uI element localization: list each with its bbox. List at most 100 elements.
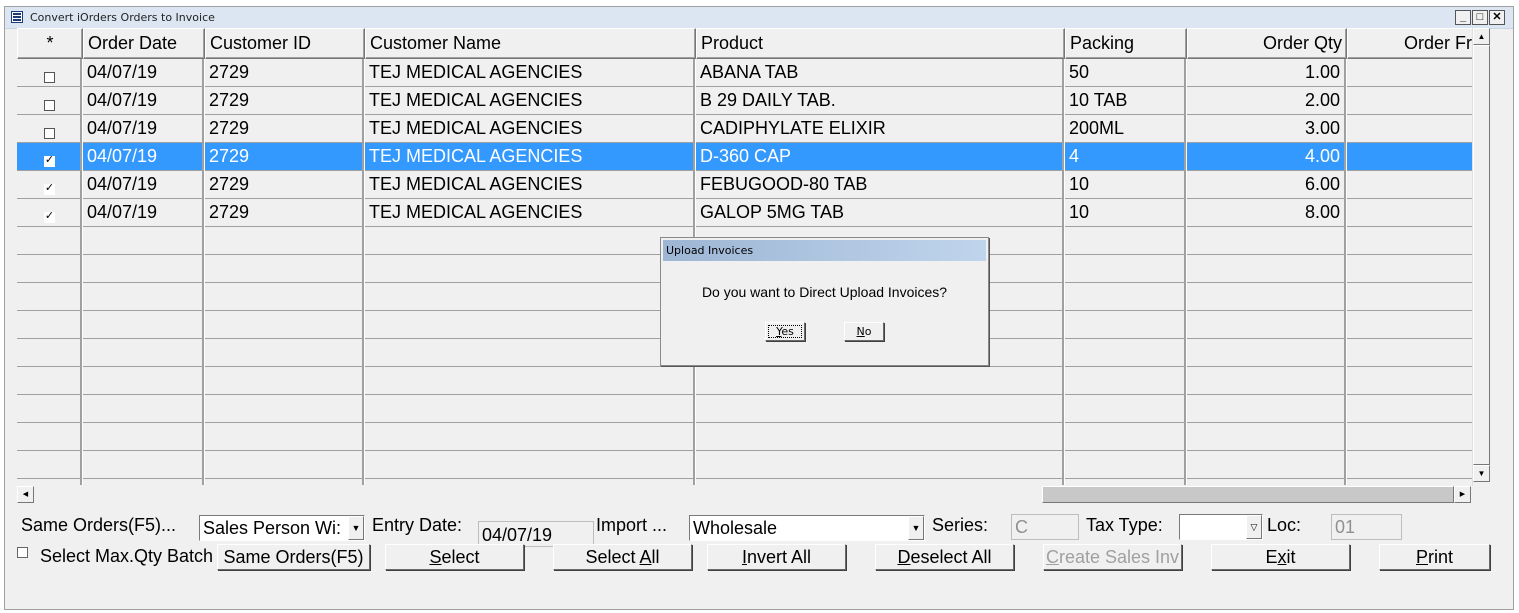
cell-order-date[interactable] <box>83 283 202 311</box>
cell-select[interactable] <box>17 87 80 115</box>
yes-button[interactable]: Yes <box>765 322 805 341</box>
cell-order-date[interactable] <box>83 451 202 479</box>
chevron-down-icon[interactable]: ▼ <box>348 516 364 540</box>
empty-table-row[interactable] <box>17 367 1472 395</box>
cell-select[interactable] <box>17 59 80 87</box>
cell-customer-id[interactable] <box>205 227 362 255</box>
column-header-customer-id[interactable]: Customer ID <box>205 28 365 59</box>
cell-customer-name[interactable] <box>365 395 693 423</box>
cell-customer-id[interactable]: 2729 <box>205 171 362 199</box>
cell-select[interactable] <box>17 395 80 423</box>
cell-order-date[interactable]: 04/07/19 <box>83 143 202 171</box>
cell-product[interactable] <box>696 395 1062 423</box>
cell-packing[interactable] <box>1065 311 1184 339</box>
same-orders-button[interactable]: Same Orders(F5) <box>217 544 370 570</box>
window-menu-icon[interactable] <box>11 11 23 23</box>
cell-order-date[interactable] <box>83 395 202 423</box>
cell-order-free[interactable] <box>1347 115 1472 143</box>
chevron-down-icon[interactable]: ▼ <box>908 516 924 540</box>
cell-select[interactable] <box>17 255 80 283</box>
horizontal-scrollbar[interactable]: ◀ ▶ <box>17 486 1472 503</box>
column-header-order-qty[interactable]: Order Qty <box>1187 28 1347 59</box>
empty-table-row[interactable] <box>17 395 1472 423</box>
cell-customer-id[interactable] <box>205 367 362 395</box>
cell-order-free[interactable] <box>1347 339 1472 367</box>
cell-customer-name[interactable]: TEJ MEDICAL AGENCIES <box>365 59 693 87</box>
cell-customer-name[interactable] <box>365 227 693 255</box>
cell-order-date[interactable] <box>83 227 202 255</box>
cell-select[interactable] <box>17 311 80 339</box>
cell-customer-name[interactable] <box>365 339 693 367</box>
cell-customer-name[interactable] <box>365 283 693 311</box>
cell-customer-name[interactable] <box>365 451 693 479</box>
cell-customer-name[interactable] <box>365 311 693 339</box>
cell-order-qty[interactable]: 4.00 <box>1187 143 1344 171</box>
no-button[interactable]: No <box>844 322 884 341</box>
cell-product[interactable] <box>696 423 1062 451</box>
checkmark-icon[interactable]: ✓ <box>44 183 55 195</box>
cell-order-free[interactable] <box>1347 59 1472 87</box>
cell-order-date[interactable]: 04/07/19 <box>83 199 202 227</box>
cell-order-free[interactable] <box>1347 227 1472 255</box>
column-header-order-date[interactable]: Order Date <box>83 28 205 59</box>
cell-customer-id[interactable] <box>205 451 362 479</box>
cell-product[interactable]: ABANA TAB <box>696 59 1062 87</box>
maximize-button[interactable]: □ <box>1472 10 1488 25</box>
cell-packing[interactable]: 50 <box>1065 59 1184 87</box>
cell-order-free[interactable] <box>1347 143 1472 171</box>
column-header-order-free[interactable]: Order Fre <box>1347 28 1472 59</box>
print-button[interactable]: Print <box>1379 544 1490 570</box>
cell-customer-name[interactable]: TEJ MEDICAL AGENCIES <box>365 87 693 115</box>
same-orders-select[interactable]: Sales Person Wi: ▼ <box>199 515 365 541</box>
checkmark-icon[interactable]: ✓ <box>44 155 55 167</box>
cell-select[interactable] <box>17 423 80 451</box>
cell-packing[interactable]: 10 TAB <box>1065 87 1184 115</box>
cell-customer-id[interactable] <box>205 395 362 423</box>
cell-order-free[interactable] <box>1347 423 1472 451</box>
exit-button[interactable]: Exit <box>1211 544 1350 570</box>
cell-order-date[interactable]: 04/07/19 <box>83 59 202 87</box>
cell-order-qty[interactable]: 1.00 <box>1187 59 1344 87</box>
cell-order-qty[interactable] <box>1187 451 1344 479</box>
cell-customer-name[interactable]: TEJ MEDICAL AGENCIES <box>365 199 693 227</box>
cell-packing[interactable] <box>1065 339 1184 367</box>
table-row[interactable]: ✓ 04/07/19 2729 TEJ MEDICAL AGENCIES GALOP 5… <box>17 199 1472 227</box>
cell-order-free[interactable] <box>1347 311 1472 339</box>
cell-order-qty[interactable] <box>1187 227 1344 255</box>
cell-customer-id[interactable]: 2729 <box>205 199 362 227</box>
cell-customer-id[interactable]: 2729 <box>205 143 362 171</box>
deselect-all-button[interactable]: Deselect All <box>875 544 1014 570</box>
cell-customer-id[interactable] <box>205 423 362 451</box>
cell-packing[interactable] <box>1065 283 1184 311</box>
create-sales-inv-button[interactable]: Create Sales Inv <box>1043 544 1182 570</box>
import-select[interactable]: Wholesale ▼ <box>689 515 925 541</box>
cell-customer-name[interactable]: TEJ MEDICAL AGENCIES <box>365 143 693 171</box>
cell-order-date[interactable]: 04/07/19 <box>83 171 202 199</box>
cell-product[interactable] <box>696 451 1062 479</box>
checkbox-icon[interactable] <box>44 72 55 83</box>
cell-order-date[interactable] <box>83 311 202 339</box>
cell-product[interactable] <box>696 367 1062 395</box>
cell-product[interactable]: CADIPHYLATE ELIXIR <box>696 115 1062 143</box>
checkbox-icon[interactable] <box>44 128 55 139</box>
cell-customer-id[interactable] <box>205 311 362 339</box>
cell-order-free[interactable] <box>1347 87 1472 115</box>
scroll-up-icon[interactable]: ▲ <box>1473 28 1490 45</box>
select-all-button[interactable]: Select All <box>553 544 692 570</box>
cell-packing[interactable]: 10 <box>1065 171 1184 199</box>
scroll-down-icon[interactable]: ▼ <box>1473 465 1490 482</box>
cell-customer-name[interactable]: TEJ MEDICAL AGENCIES <box>365 171 693 199</box>
table-row[interactable]: 04/07/19 2729 TEJ MEDICAL AGENCIES CADIPHYL… <box>17 115 1472 143</box>
cell-select[interactable] <box>17 115 80 143</box>
cell-select[interactable] <box>17 227 80 255</box>
cell-customer-id[interactable]: 2729 <box>205 115 362 143</box>
cell-order-qty[interactable]: 6.00 <box>1187 171 1344 199</box>
cell-packing[interactable] <box>1065 255 1184 283</box>
table-row[interactable]: ✓ 04/07/19 2729 TEJ MEDICAL AGENCIES FEBUGOO… <box>17 171 1472 199</box>
cell-product[interactable]: B 29 DAILY TAB. <box>696 87 1062 115</box>
column-header-packing[interactable]: Packing <box>1065 28 1187 59</box>
scroll-left-icon[interactable]: ◀ <box>17 486 34 503</box>
cell-packing[interactable] <box>1065 227 1184 255</box>
cell-select[interactable] <box>17 283 80 311</box>
cell-order-free[interactable] <box>1347 171 1472 199</box>
